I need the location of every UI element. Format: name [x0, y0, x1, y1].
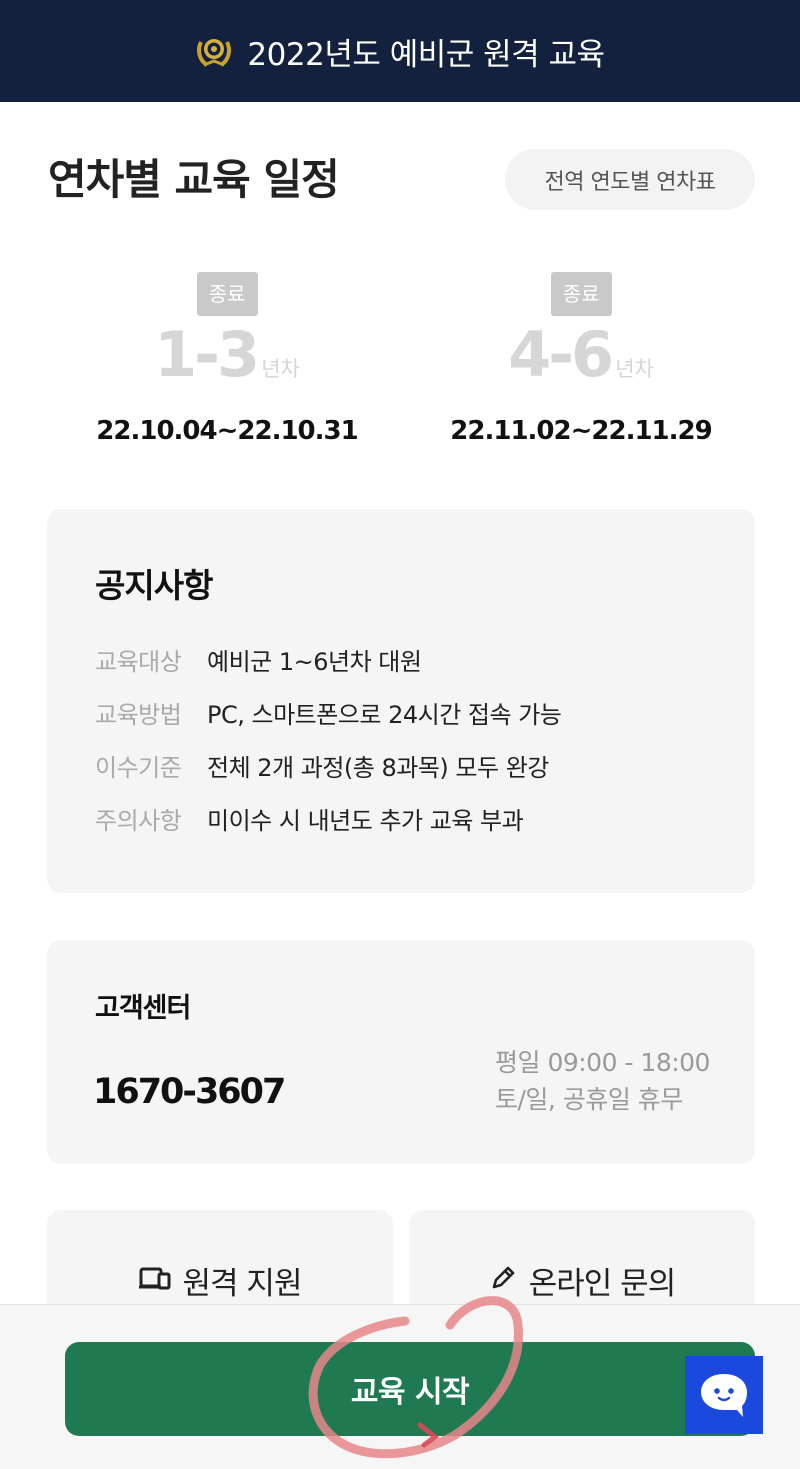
schedule-item-1-3: 종료 1-3 년차 22.10.04~22.10.31: [77, 272, 377, 446]
notice-row: 이수기준 전체 2개 과정(총 8과목) 모두 완강: [95, 739, 561, 792]
notice-row: 교육방법 PC, 스마트폰으로 24시간 접속 가능: [95, 686, 562, 739]
remote-support-label: 원격 지원: [182, 1266, 303, 1302]
status-badge: 종료: [196, 272, 258, 316]
notice-card: 공지사항 교육대상 예비군 1~6년차 대원 교육방법 PC, 스마트폰으로 2…: [47, 509, 755, 893]
customer-center-card: 고객센터 1670-3607 평일 09:00 - 18:00 토/일, 공휴일…: [47, 940, 755, 1164]
notice-label: 교육방법: [95, 701, 182, 729]
notice-list: 교육대상 예비군 1~6년차 대원 교육방법 PC, 스마트폰으로 24시간 접…: [95, 633, 562, 845]
customer-center-title: 고객센터: [95, 993, 191, 1024]
online-inquiry-label: 온라인 문의: [528, 1266, 676, 1302]
customer-center-hours: 평일 09:00 - 18:00 토/일, 공휴일 휴무: [495, 1044, 710, 1118]
app-header: 2022년도 예비군 원격 교육: [0, 0, 800, 102]
page-title: 2022년도 예비군 원격 교육: [247, 36, 605, 73]
schedule-years: 4-6: [508, 318, 614, 391]
schedule-years: 1-3: [154, 318, 260, 391]
notice-row: 교육대상 예비군 1~6년차 대원: [95, 633, 561, 686]
notice-value: 미이수 시 내년도 추가 교육 부과: [207, 807, 524, 835]
weekday-hours: 평일 09:00 - 18:00: [495, 1048, 710, 1077]
notice-value: 전체 2개 과정(총 8과목) 모두 완강: [207, 754, 549, 782]
notice-label: 이수기준: [95, 754, 182, 782]
weekend-hours: 토/일, 공휴일 휴무: [495, 1085, 683, 1114]
notice-row: 주의사항 미이수 시 내년도 추가 교육 부과: [95, 792, 561, 845]
device-icon: [138, 1258, 171, 1298]
chat-button[interactable]: [685, 1356, 763, 1434]
schedule-item-4-6: 종료 4-6 년차 22.11.02~22.11.29: [431, 272, 731, 446]
schedule-title: 연차별 교육 일정: [48, 155, 340, 204]
schedule-dates: 22.11.02~22.11.29: [450, 416, 712, 446]
bottom-action-bar: 교육 시작: [0, 1304, 800, 1469]
start-education-button[interactable]: 교육 시작: [65, 1342, 755, 1436]
chat-bot-icon: [697, 1370, 751, 1420]
notice-title: 공지사항: [95, 566, 213, 605]
notice-value: 예비군 1~6년차 대원: [207, 648, 422, 676]
army-emblem-icon: [195, 32, 233, 70]
notice-label: 주의사항: [95, 807, 182, 835]
schedule-dates: 22.10.04~22.10.31: [96, 416, 358, 446]
schedule-unit: 년차: [615, 357, 654, 381]
notice-value: PC, 스마트폰으로 24시간 접속 가능: [207, 701, 562, 729]
customer-center-phone[interactable]: 1670-3607: [93, 1072, 286, 1112]
pencil-icon: [489, 1258, 517, 1298]
schedule-unit: 년차: [261, 357, 300, 381]
notice-label: 교육대상: [95, 648, 182, 676]
status-badge: 종료: [550, 272, 612, 316]
year-table-button[interactable]: 전역 연도별 연차표: [505, 149, 755, 210]
